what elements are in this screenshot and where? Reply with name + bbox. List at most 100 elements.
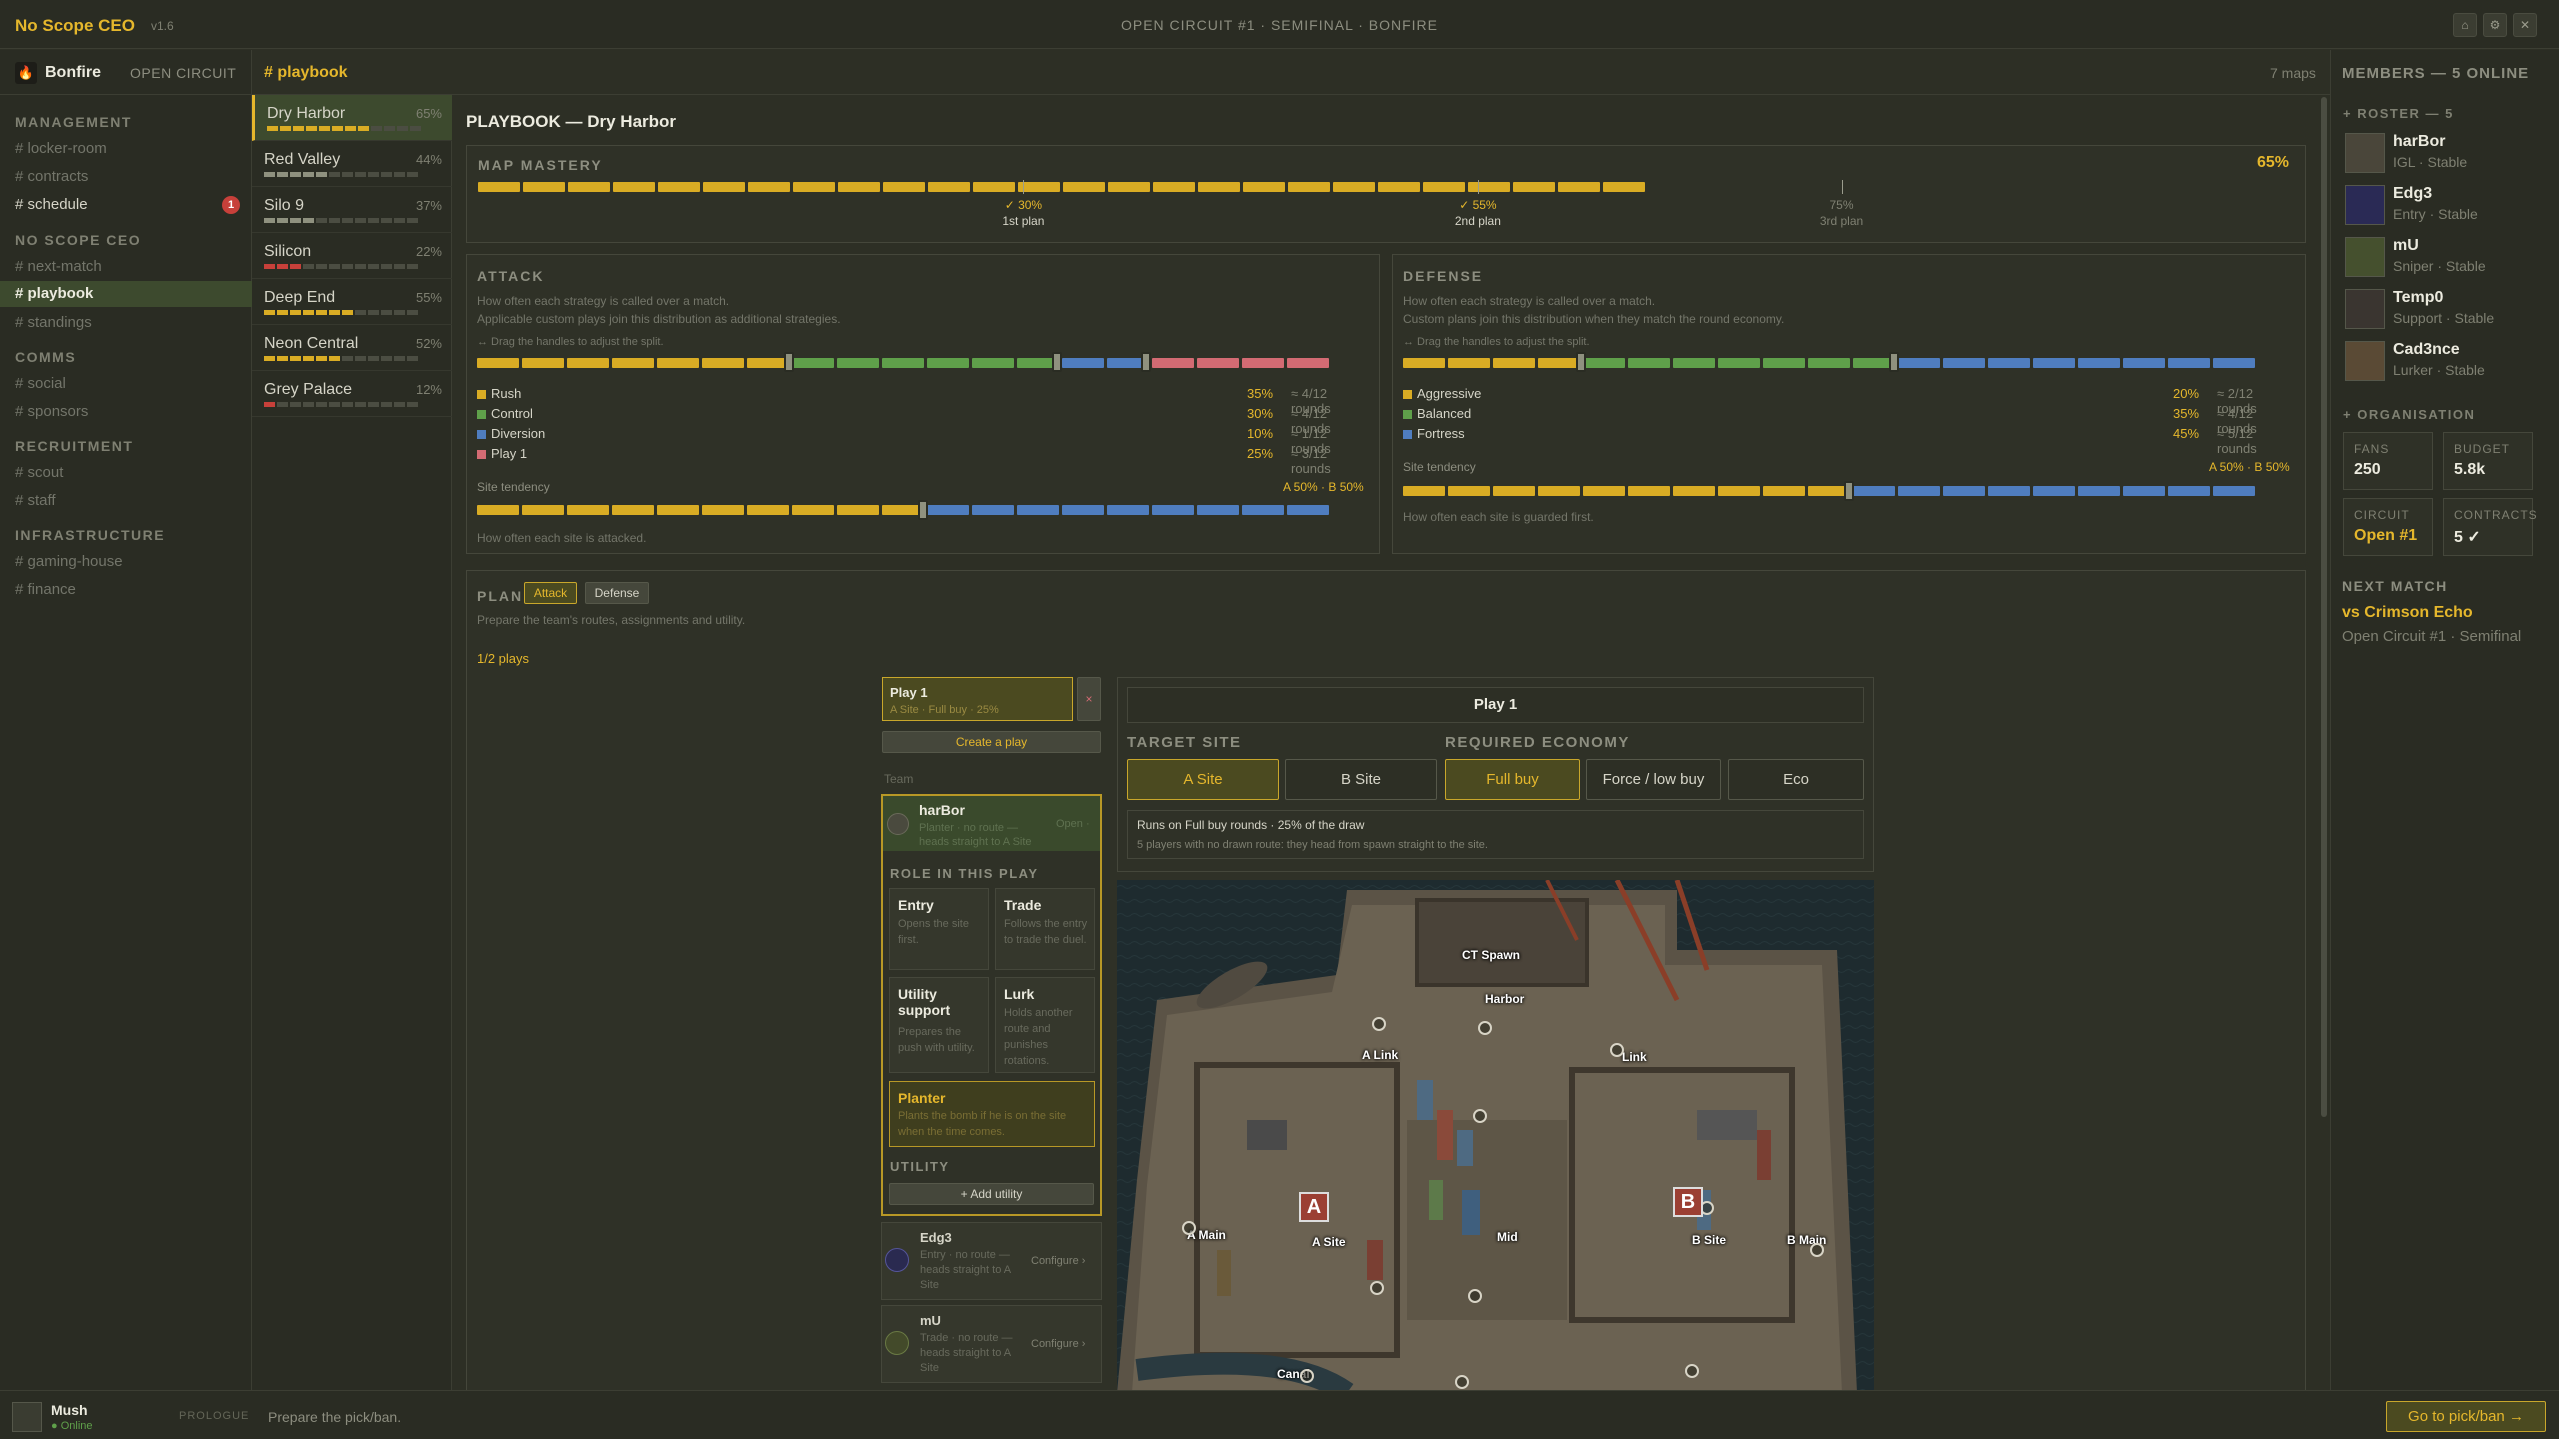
player-card-mu[interactable]: mU Trade · no route — heads straight to … [881,1305,1102,1383]
play-card[interactable]: Play 1 A Site · Full buy · 25% [882,677,1073,721]
waypoint-node[interactable] [1372,1017,1386,1031]
add-utility-button[interactable]: + Add utility [889,1183,1094,1205]
role-utility-support[interactable]: Utility support Prepares the push with u… [889,977,989,1073]
close-button[interactable]: ✕ [2513,13,2537,37]
selected-player-header[interactable]: harBor Planter · no route — heads straig… [883,796,1100,851]
map-callout[interactable]: Harbor [1485,992,1524,1006]
attack-help-3: ↔ Drag the handles to adjust the split. [477,336,664,348]
home-button[interactable]: ⌂ [2453,13,2477,37]
configure-link[interactable]: Configure › [1031,1338,1085,1350]
map-item[interactable]: Grey Palace 12% [252,371,452,417]
map-mastery-bar [264,402,418,407]
roster-member[interactable]: Edg3 Entry · Stable [2345,185,2555,235]
configure-link[interactable]: Configure › [1031,1255,1085,1267]
channel-social[interactable]: # social [15,375,66,392]
waypoint-node[interactable] [1478,1021,1492,1035]
waypoint-node[interactable] [1300,1369,1314,1383]
map-callout[interactable]: A Link [1362,1048,1398,1062]
bar-segment [2033,486,2075,496]
next-opponent[interactable]: vs Crimson Echo [2342,604,2473,622]
organisation-title[interactable]: + ORGANISATION [2343,407,2475,422]
play-subtitle: A Site · Full buy · 25% [890,704,999,716]
channel-locker-room[interactable]: # locker-room [15,140,107,157]
waypoint-node[interactable] [1455,1375,1469,1389]
tactical-map[interactable]: CT Spawn Harbor A Link Link A Main A Site Mid B… [1117,880,1874,1393]
map-item[interactable]: Silo 9 37% [252,187,452,233]
channel-sponsors[interactable]: # sponsors [15,403,88,420]
channel-contracts[interactable]: # contracts [15,168,88,185]
roster-member[interactable]: harBor IGL · Stable [2345,133,2555,183]
waypoint-node[interactable] [1473,1109,1487,1123]
map-item[interactable]: Silicon 22% [252,233,452,279]
bar-segment [522,358,564,368]
defense-distribution-bar[interactable] [1403,358,2295,368]
site-b-marker[interactable]: B [1673,1187,1703,1217]
player-name: Edg3 [920,1230,952,1245]
role-trade[interactable]: Trade Follows the entry to trade the due… [995,888,1095,970]
delete-play-button[interactable]: × [1077,677,1101,721]
role-entry[interactable]: Entry Opens the site first. [889,888,989,970]
bar-segment [407,218,418,223]
map-callout[interactable]: Mid [1497,1230,1518,1244]
roster-member[interactable]: Cad3nce Lurker · Stable [2345,341,2555,391]
player-card-edg3[interactable]: Edg3 Entry · no route — heads straight t… [881,1222,1102,1300]
channel-gaming-house[interactable]: # gaming-house [15,553,123,570]
bar-segment [264,356,275,361]
economy-force-buy[interactable]: Force / low buy [1586,759,1721,800]
channel-scout[interactable]: # scout [15,464,63,481]
channel-finance[interactable]: # finance [15,581,76,598]
roster-member[interactable]: mU Sniper · Stable [2345,237,2555,287]
site-a-marker[interactable]: A [1299,1192,1329,1222]
waypoint-node[interactable] [1810,1243,1824,1257]
server-name[interactable]: Bonfire [45,64,101,82]
channel-schedule[interactable]: # schedule [15,196,88,213]
role-planter[interactable]: Planter Plants the bomb if he is on the … [889,1081,1095,1147]
bar-segment [1197,358,1239,368]
waypoint-node[interactable] [1370,1281,1384,1295]
site-handle[interactable] [1844,481,1854,501]
role-lurk[interactable]: Lurk Holds another route and punishes ro… [995,977,1095,1073]
economy-eco[interactable]: Eco [1728,759,1864,800]
split-handle[interactable] [1141,352,1151,372]
open-player-link[interactable]: Open · [1056,818,1090,830]
pick-ban-button[interactable]: Go to pick/ban → [2386,1401,2546,1432]
attack-distribution-bar[interactable] [477,358,1369,368]
site-a-button[interactable]: A Site [1127,759,1279,800]
waypoint-node[interactable] [1610,1043,1624,1057]
map-item[interactable]: Red Valley 44% [252,141,452,187]
play-title-field[interactable]: Play 1 [1127,687,1864,723]
tab-defense[interactable]: Defense [585,582,649,604]
map-item[interactable]: Deep End 55% [252,279,452,325]
tab-attack[interactable]: Attack [524,582,577,604]
create-play-button[interactable]: Create a play [882,731,1101,753]
map-callout[interactable]: A Site [1312,1235,1346,1249]
map-item[interactable]: Neon Central 52% [252,325,452,371]
waypoint-node[interactable] [1182,1221,1196,1235]
bar-segment [264,402,275,407]
user-avatar[interactable] [12,1402,42,1432]
map-callout[interactable]: Link [1622,1050,1647,1064]
split-handle[interactable] [1051,352,1062,372]
bar-segment [1718,486,1760,496]
map-item[interactable]: Dry Harbor 65% [252,95,452,141]
settings-button[interactable]: ⚙ [2483,13,2507,37]
roster-member[interactable]: Temp0 Support · Stable [2345,289,2555,339]
map-callout[interactable]: B Site [1692,1233,1726,1247]
map-callout[interactable]: CT Spawn [1462,948,1520,962]
site-handle[interactable] [918,500,928,520]
split-handle[interactable] [1576,352,1587,372]
economy-full-buy[interactable]: Full buy [1445,759,1580,800]
waypoint-node[interactable] [1685,1364,1699,1378]
channel-next-match[interactable]: # next-match [15,258,102,275]
split-handle[interactable] [1888,352,1899,372]
scrollbar[interactable] [2321,97,2327,1117]
split-handle[interactable] [784,352,795,372]
channel-standings[interactable]: # standings [15,314,92,331]
waypoint-node[interactable] [1468,1289,1482,1303]
site-b-button[interactable]: B Site [1285,759,1437,800]
roster-title[interactable]: + ROSTER — 5 [2343,106,2454,121]
channel-staff[interactable]: # staff [15,492,56,509]
channel-playbook[interactable]: # playbook [0,281,252,307]
bar-segment [567,505,609,515]
bar-segment [1988,358,2030,368]
